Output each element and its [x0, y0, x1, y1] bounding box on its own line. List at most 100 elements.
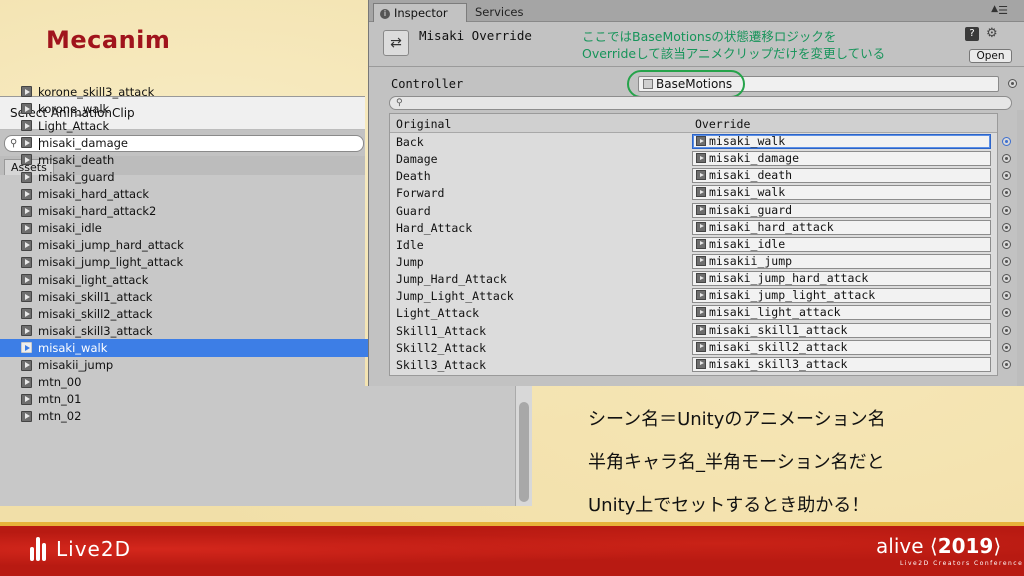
clip-list-item[interactable]: mtn_02 [0, 408, 515, 425]
animation-clip-icon [21, 274, 32, 286]
override-clip-field[interactable]: misaki_skill1_attack [692, 322, 991, 338]
override-clip-field[interactable]: misaki_skill2_attack [692, 339, 991, 355]
object-picker-icon[interactable] [1002, 325, 1011, 335]
object-picker-icon[interactable] [1002, 171, 1011, 181]
original-clip-label: Skill2_Attack [396, 340, 487, 355]
object-picker-icon[interactable] [1002, 137, 1011, 146]
inspector-scrollbar[interactable] [1017, 110, 1024, 386]
slide-title: Mecanim [46, 26, 171, 54]
override-row: Death misaki_death [390, 167, 1011, 184]
override-row: Jump_Hard_Attack misaki_jump_hard_attack [390, 270, 1011, 287]
original-clip-label: Idle [396, 237, 424, 252]
animation-clip-icon [696, 238, 706, 249]
menu-icon[interactable]: ☰ [998, 4, 1008, 17]
inspector-header: ⇄ Misaki Override ここではBaseMotionsの状態遷移ロジ… [369, 22, 1024, 66]
alive-logo: alive ⟨2019⟩ [876, 534, 1001, 558]
override-clip-field[interactable]: misaki_skill3_attack [692, 356, 991, 372]
animation-clip-icon [696, 153, 706, 164]
object-picker-icon[interactable] [1002, 342, 1011, 352]
object-picker-icon[interactable] [1002, 308, 1011, 318]
clip-list-item-label: misaki_death [38, 152, 115, 167]
animation-clip-icon [21, 325, 32, 337]
animation-clip-icon [696, 290, 706, 301]
object-picker-icon[interactable] [1002, 154, 1011, 164]
original-clip-label: Skill3_Attack [396, 357, 487, 372]
clip-list-item-label: misakii_jump [38, 358, 114, 373]
live2d-logo: Live2D [30, 537, 131, 561]
lock-icon[interactable]: ▲ [991, 4, 998, 14]
clip-list-item-label: korone_skill3_attack [38, 84, 155, 99]
gear-icon[interactable]: ⚙ [986, 26, 998, 41]
override-row: Idle misaki_idle [390, 236, 1011, 253]
tab-inspector[interactable]: i Inspector [373, 3, 467, 22]
annotation-text: ここではBaseMotionsの状態遷移ロジックを Overrideして該当アニ… [582, 28, 942, 62]
object-picker-icon[interactable] [1002, 222, 1011, 232]
animation-clip-icon [696, 187, 706, 198]
override-clip-field[interactable]: misaki_hard_attack [692, 219, 991, 235]
animation-clip-icon [21, 410, 32, 422]
override-clip-field[interactable]: misaki_guard [692, 202, 991, 218]
original-clip-label: Light_Attack [396, 306, 480, 321]
animation-clip-icon [21, 86, 32, 98]
clip-list-item-label: misaki_skill3_attack [38, 323, 153, 338]
controller-label: Controller [391, 77, 464, 91]
clip-list-item-label: mtn_02 [38, 409, 82, 424]
override-clip-value: misaki_walk [709, 185, 786, 200]
override-clip-field[interactable]: misaki_idle [692, 236, 991, 252]
alive-logo-year: 2019 [937, 534, 994, 558]
animation-clip-icon [696, 221, 706, 232]
alive-logo-text: alive [876, 534, 924, 558]
override-clip-field[interactable]: misaki_death [692, 168, 991, 184]
animation-clip-icon [21, 188, 32, 200]
object-picker-icon[interactable] [1002, 239, 1011, 249]
override-clip-field[interactable]: misakii_jump [692, 253, 991, 269]
override-rows: Back misaki_walk Damage misaki_damage Death m… [390, 133, 1011, 373]
override-clip-value: misaki_idle [709, 236, 786, 251]
search-icon: ⚲ [396, 98, 403, 108]
override-filter-input[interactable]: ⚲ [389, 96, 1012, 110]
override-clip-value: misakii_jump [709, 253, 793, 268]
picker-scrollbar[interactable] [515, 386, 532, 506]
override-clip-field[interactable]: misaki_walk [692, 185, 991, 201]
override-clip-field[interactable]: misaki_jump_hard_attack [692, 271, 991, 287]
override-row: Skill3_Attack misaki_skill3_attack [390, 356, 1011, 373]
object-picker-icon[interactable] [1002, 256, 1011, 266]
object-picker-icon[interactable] [1002, 274, 1011, 284]
original-clip-label: Jump [396, 254, 424, 269]
animation-clip-icon [21, 120, 32, 132]
alive-logo-subtitle: Live2D Creators Conference [900, 560, 1024, 567]
animation-clip-icon [21, 342, 32, 354]
open-button[interactable]: Open [969, 49, 1012, 63]
clip-list-item-label: mtn_00 [38, 375, 82, 390]
override-clip-field[interactable]: misaki_jump_light_attack [692, 288, 991, 304]
animation-clip-icon [21, 239, 32, 251]
animator-override-controller-icon: ⇄ [383, 30, 409, 56]
clip-list-item-label: misaki_light_attack [38, 272, 149, 287]
clip-list-item[interactable]: mtn_01 [0, 391, 515, 408]
override-clip-value: misaki_walk [709, 134, 786, 148]
clip-list-item-label: misaki_idle [38, 221, 102, 236]
object-picker-icon[interactable] [1002, 291, 1011, 301]
object-picker-icon[interactable] [1002, 205, 1011, 215]
annotation-line-1: ここではBaseMotionsの状態遷移ロジックを [582, 29, 837, 44]
override-clip-field[interactable]: misaki_damage [692, 151, 991, 167]
clip-list-item-label: mtn_01 [38, 392, 82, 407]
help-icon[interactable]: ? [965, 27, 979, 41]
picker-scrollbar-thumb[interactable] [519, 402, 529, 502]
override-row: Skill1_Attack misaki_skill1_attack [390, 322, 1011, 339]
caption-line-3: Unity上でセットするとき助かる！ [588, 495, 870, 516]
override-row: Back misaki_walk [390, 133, 1011, 150]
override-clip-field[interactable]: misaki_light_attack [692, 305, 991, 321]
object-picker-icon[interactable] [1002, 188, 1011, 198]
object-picker-icon[interactable] [1008, 79, 1017, 88]
inspector-tabbar: i Inspector Services ▲ ☰ [369, 0, 1024, 22]
override-row: Hard_Attack misaki_hard_attack [390, 219, 1011, 236]
clip-list-item-label: misaki_skill1_attack [38, 289, 153, 304]
tab-services[interactable]: Services [469, 3, 530, 22]
live2d-logo-icon [30, 537, 46, 561]
animation-clip-icon [21, 256, 32, 268]
override-clip-value: misaki_jump_hard_attack [709, 271, 869, 286]
object-picker-icon[interactable] [1002, 359, 1011, 369]
override-clip-field[interactable]: misaki_walk [692, 134, 991, 149]
clip-list-item-label: misaki_jump_light_attack [38, 255, 184, 270]
